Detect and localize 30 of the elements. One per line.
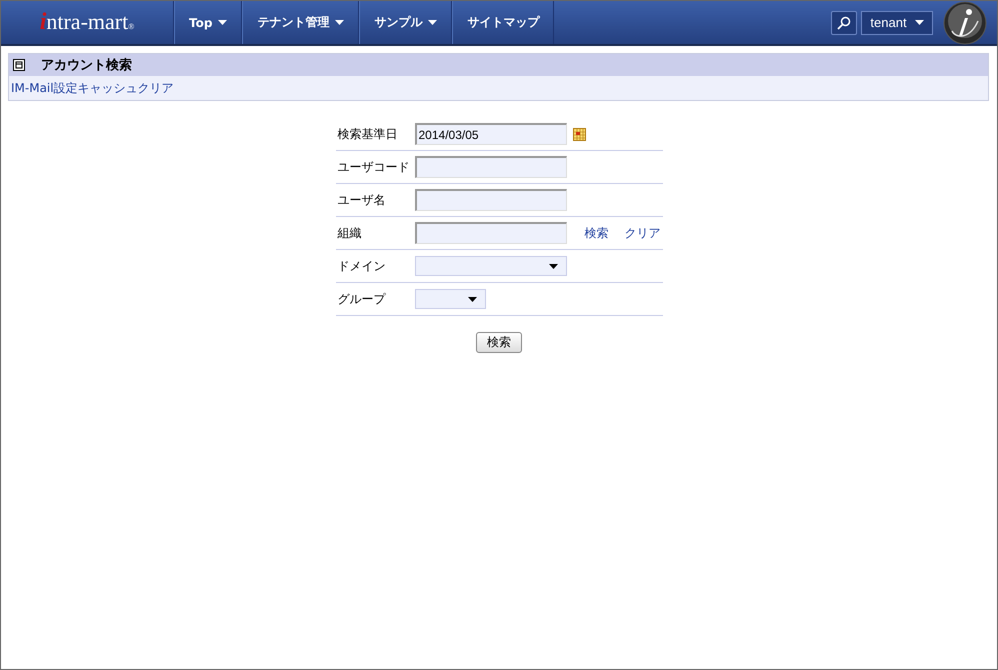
search-button[interactable] — [831, 10, 857, 34]
select-field[interactable] — [414, 256, 566, 276]
field-label: ユーザコード — [336, 158, 410, 176]
search-button[interactable]: 検索 — [476, 332, 522, 353]
field-label: 検索基準日 — [336, 126, 398, 142]
menu-item[interactable]: サンプル — [359, 1, 452, 44]
user-menu[interactable]: tenant — [861, 10, 933, 34]
text-link[interactable]: 検索 — [584, 224, 608, 242]
text-link[interactable]: クリア — [624, 224, 660, 242]
text-link[interactable]: IM-Mail設定キャッシュクリア — [11, 80, 174, 96]
caret-icon — [468, 296, 476, 302]
search-icon — [837, 16, 851, 30]
menu-item[interactable]: サイトマップ — [452, 1, 554, 44]
input-field[interactable] — [414, 156, 566, 178]
input-field[interactable] — [414, 189, 566, 211]
logo-icon[interactable] — [943, 1, 987, 44]
caret-icon — [548, 264, 558, 268]
field-label: グループ — [336, 290, 387, 308]
caret-icon — [914, 20, 924, 25]
field-label: ドメイン — [336, 258, 386, 274]
input-field[interactable] — [414, 222, 566, 244]
menu-item[interactable]: テナント管理 — [242, 1, 360, 44]
field-label: 組織 — [336, 224, 362, 242]
date-field[interactable]: 2014/03/05 — [414, 123, 566, 145]
section-title: アカウント検索 — [41, 56, 132, 74]
collapse-icon[interactable] — [13, 59, 25, 71]
calendar-icon[interactable] — [572, 128, 586, 140]
select-field[interactable] — [414, 289, 486, 309]
menu-item[interactable]: Top — [174, 1, 242, 44]
field-label: ユーザ名 — [336, 192, 386, 208]
